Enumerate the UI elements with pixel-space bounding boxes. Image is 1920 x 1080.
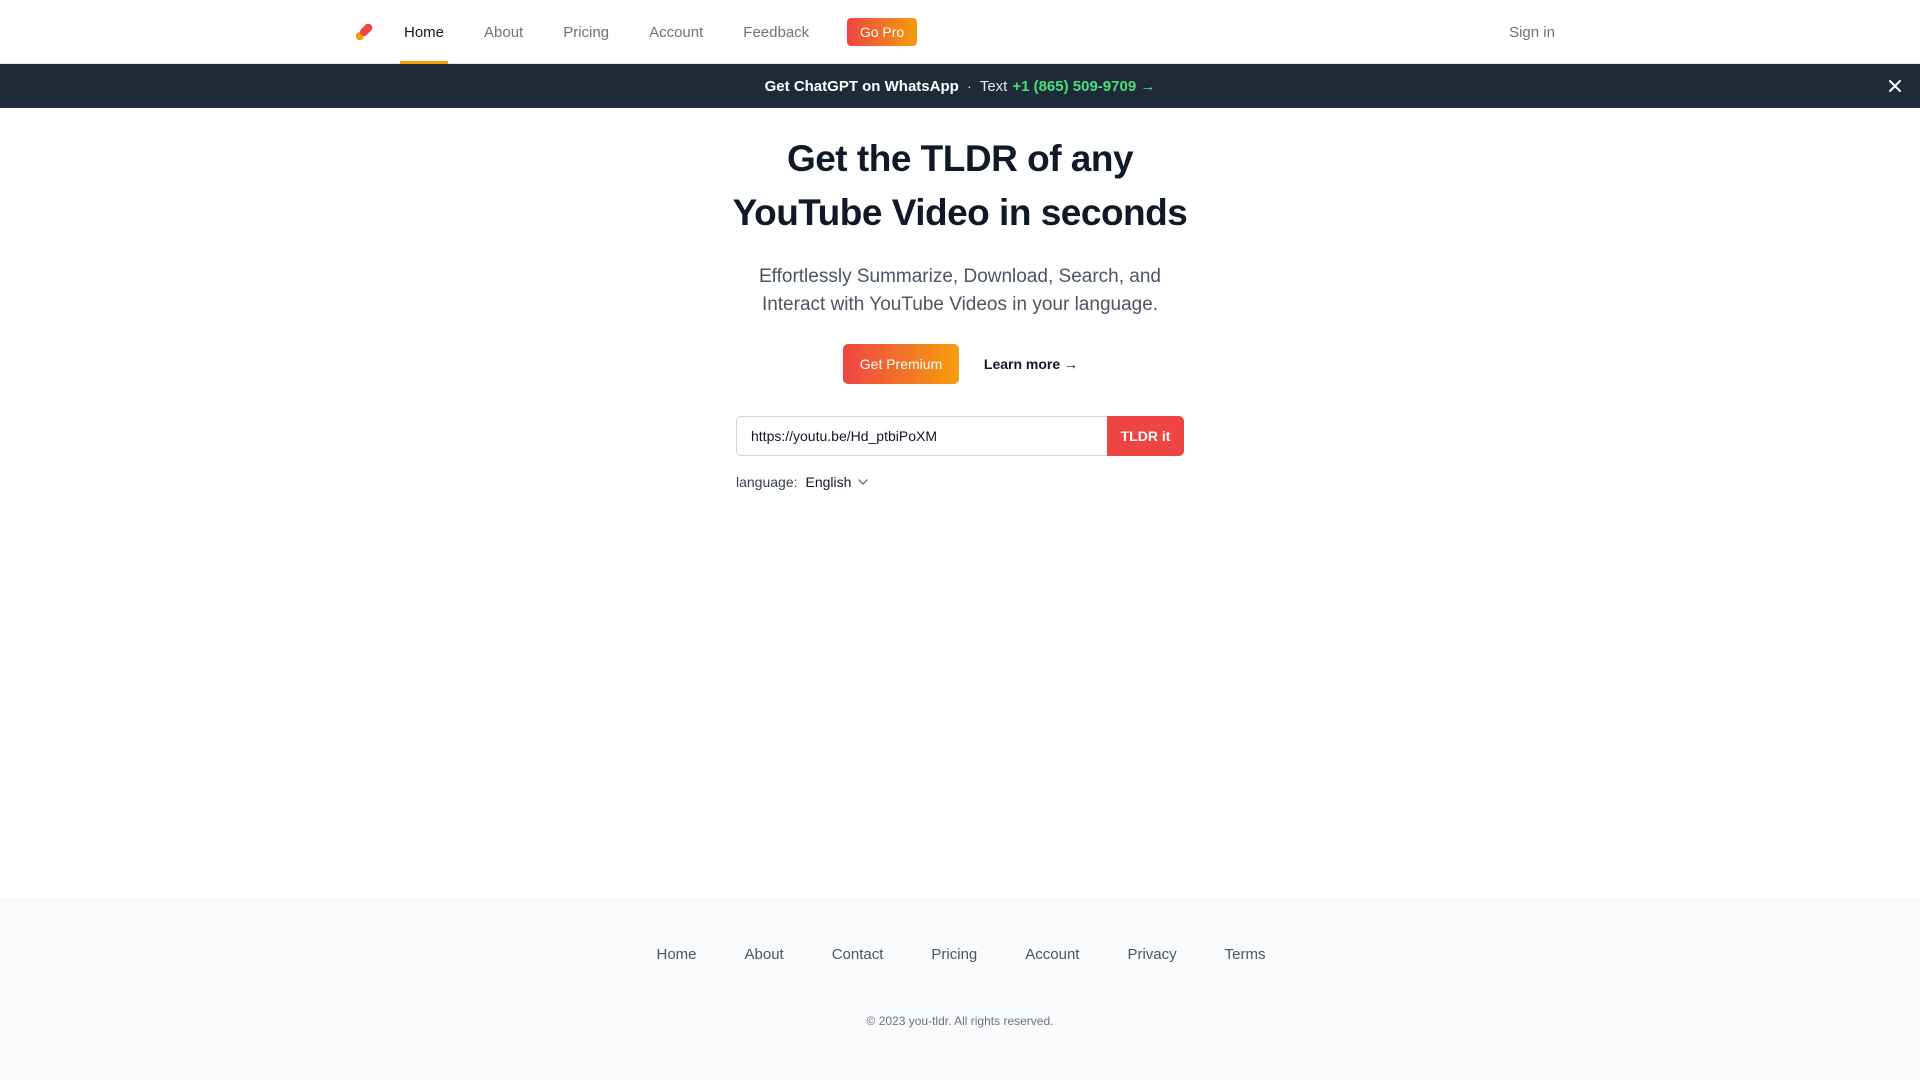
- footer-link-home[interactable]: Home: [656, 946, 696, 963]
- language-value: English: [805, 474, 852, 490]
- chevron-down-icon: [858, 479, 869, 485]
- nav-about[interactable]: About: [480, 0, 527, 64]
- learn-more-link[interactable]: Learn more →: [976, 344, 1086, 384]
- hero-title-line2: YouTube Video in seconds: [732, 192, 1188, 233]
- youtube-url-input[interactable]: [736, 416, 1107, 456]
- language-select[interactable]: English: [806, 474, 870, 490]
- footer-link-privacy[interactable]: Privacy: [1127, 946, 1176, 963]
- go-pro-button[interactable]: Go Pro: [847, 18, 917, 46]
- main-nav: Home About Pricing Account Feedback: [400, 0, 845, 64]
- copyright-text: © 2023 you-tldr. All rights reserved.: [866, 1014, 1054, 1028]
- language-row: language: English: [736, 472, 869, 492]
- banner-headline: Get ChatGPT on WhatsApp: [764, 77, 959, 95]
- footer: Home About Contact Pricing Account Priva…: [0, 898, 1920, 1080]
- hero-title: Get the TLDR of any YouTube Video in sec…: [660, 132, 1260, 240]
- nav-pricing[interactable]: Pricing: [559, 0, 613, 64]
- nav-home[interactable]: Home: [400, 0, 449, 64]
- footer-link-pricing[interactable]: Pricing: [931, 946, 977, 963]
- url-form: TLDR it: [736, 416, 1184, 456]
- top-navigation: Home About Pricing Account Feedback Go P…: [0, 0, 1920, 64]
- close-icon[interactable]: [1884, 75, 1906, 97]
- hero-subtitle-line2: Interact with YouTube Videos in your lan…: [761, 294, 1159, 315]
- footer-link-terms[interactable]: Terms: [1225, 946, 1266, 963]
- banner-text-label: Text: [979, 77, 1008, 95]
- footer-link-contact[interactable]: Contact: [832, 946, 884, 963]
- get-premium-button[interactable]: Get Premium: [843, 344, 959, 384]
- hero-subtitle: Effortlessly Summarize, Download, Search…: [710, 263, 1210, 319]
- banner-separator: ·: [966, 77, 972, 95]
- hero-title-line1: Get the TLDR of any: [786, 138, 1134, 179]
- banner-phone-link[interactable]: +1 (865) 509-9709 →: [1012, 78, 1155, 95]
- pencil-logo-icon[interactable]: [350, 18, 378, 46]
- nav-account[interactable]: Account: [645, 0, 707, 64]
- sign-in-link[interactable]: Sign in: [1500, 0, 1564, 64]
- nav-feedback[interactable]: Feedback: [739, 0, 813, 64]
- whatsapp-banner: Get ChatGPT on WhatsApp · Text +1 (865) …: [0, 64, 1920, 108]
- hero-subtitle-line1: Effortlessly Summarize, Download, Search…: [759, 266, 1161, 287]
- language-label: language:: [736, 474, 798, 490]
- tldr-submit-button[interactable]: TLDR it: [1107, 416, 1184, 456]
- footer-nav: Home About Contact Pricing Account Priva…: [0, 946, 1920, 963]
- footer-link-about[interactable]: About: [745, 946, 784, 963]
- footer-link-account[interactable]: Account: [1025, 946, 1079, 963]
